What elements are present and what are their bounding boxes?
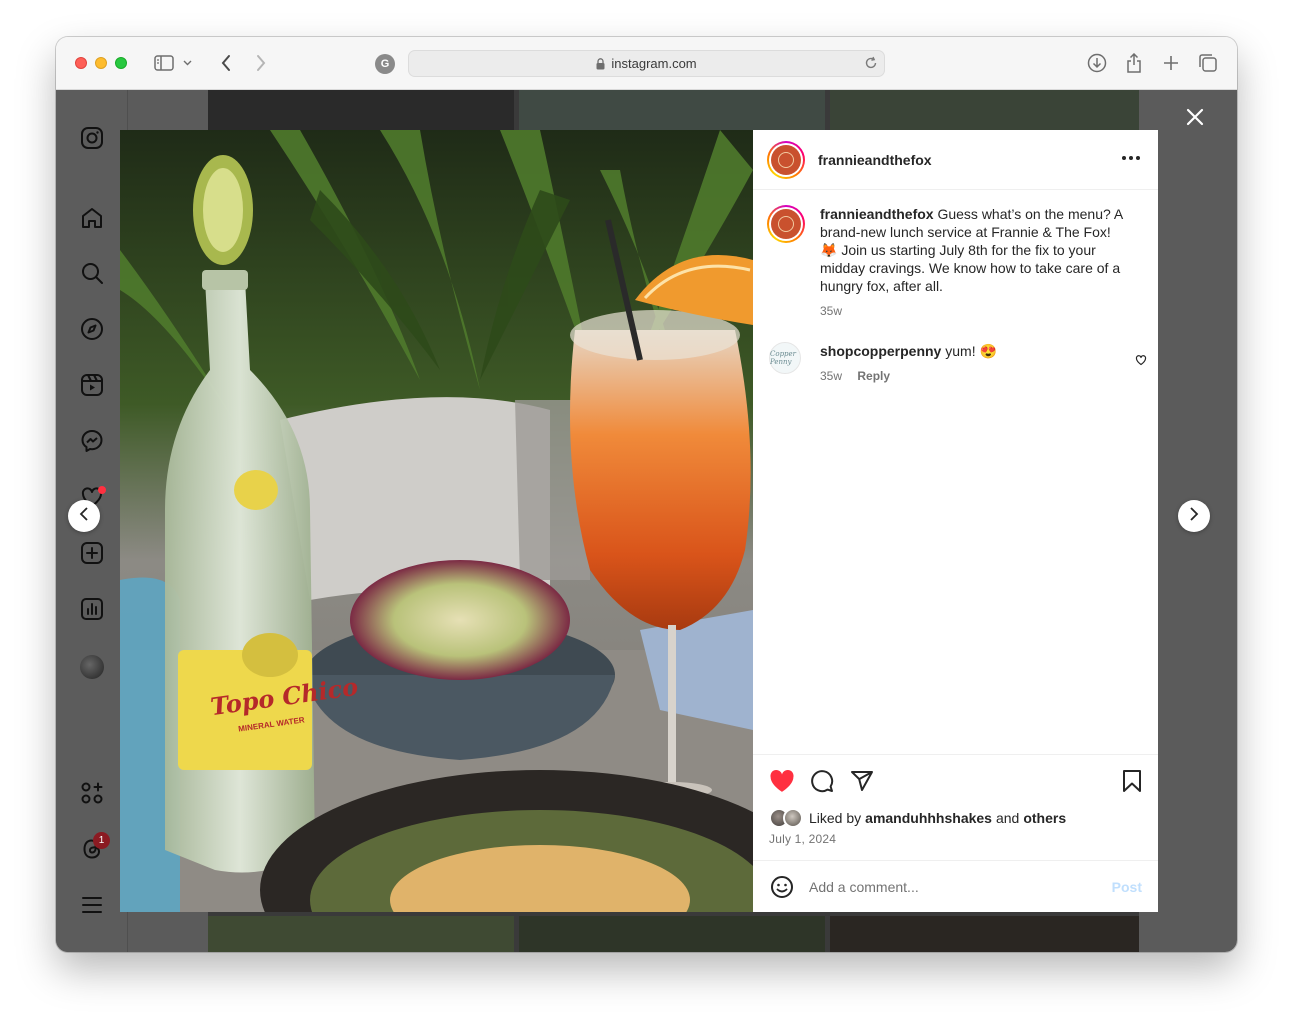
lock-icon: [596, 57, 605, 70]
comment-time[interactable]: 35w: [820, 369, 842, 383]
url-text: instagram.com: [611, 56, 697, 71]
browser-window: G instagram.com 1 Topo Chico MINERAL WAT…: [56, 37, 1237, 952]
browser-toolbar: G instagram.com: [56, 37, 1237, 90]
add-comment-input[interactable]: [809, 878, 1089, 895]
also-from-meta-icon[interactable]: [79, 780, 105, 806]
zoom-window-button[interactable]: [115, 57, 127, 69]
create-icon[interactable]: [79, 540, 105, 566]
address-bar[interactable]: instagram.com: [408, 50, 885, 77]
emoji-icon[interactable]: [769, 874, 795, 900]
add-comment-bar: Post: [753, 860, 1158, 912]
downloads-icon[interactable]: [1085, 51, 1109, 75]
save-bookmark-icon[interactable]: [1118, 767, 1146, 795]
post-photo: Topo Chico MINERAL WATER: [120, 130, 753, 912]
comment-body: yum! 😍: [945, 343, 997, 359]
site-favicon-icon: G: [375, 54, 395, 74]
liker-avatar: [783, 808, 803, 828]
more-options-icon[interactable]: [1122, 156, 1140, 160]
messenger-icon[interactable]: [79, 428, 105, 454]
post-header: frannieandthefox: [753, 130, 1158, 190]
instagram-page: 1 Topo Chico MINERAL WATER frannieandthe…: [56, 90, 1237, 952]
post-modal: Topo Chico MINERAL WATER frannieandthefo…: [120, 130, 1158, 912]
new-tab-icon[interactable]: [1159, 51, 1183, 75]
next-post-button[interactable]: [1178, 500, 1210, 532]
comment-like-heart-icon[interactable]: [1135, 353, 1147, 371]
close-window-button[interactable]: [75, 57, 87, 69]
explore-icon[interactable]: [79, 316, 105, 342]
reels-icon[interactable]: [79, 372, 105, 398]
dashboard-icon[interactable]: [79, 596, 105, 622]
previous-post-button[interactable]: [68, 500, 100, 532]
like-heart-icon[interactable]: [768, 767, 796, 795]
comment-username[interactable]: shopcopperpenny: [820, 343, 941, 359]
forward-icon[interactable]: [249, 51, 273, 75]
author-username[interactable]: frannieandthefox: [818, 152, 932, 168]
liked-by-and: and: [995, 810, 1020, 826]
chevron-right-icon: [1189, 506, 1199, 526]
threads-badge: 1: [93, 832, 110, 849]
author-avatar[interactable]: [767, 140, 805, 179]
liked-by-user[interactable]: amanduhhhshakes: [865, 810, 992, 826]
menu-icon[interactable]: [79, 892, 105, 918]
chevron-down-icon[interactable]: [180, 51, 194, 75]
comment-icon[interactable]: [808, 767, 836, 795]
caption-author-avatar[interactable]: [767, 205, 805, 243]
share-icon[interactable]: [1122, 51, 1146, 75]
profile-avatar[interactable]: [80, 655, 104, 679]
caption-time[interactable]: 35w: [820, 304, 842, 318]
minimize-window-button[interactable]: [95, 57, 107, 69]
liked-by: Liked by amanduhhhshakes and others: [769, 808, 1066, 828]
reload-icon[interactable]: [864, 56, 878, 73]
post-comment-button[interactable]: Post: [1112, 879, 1142, 895]
notification-dot: [98, 486, 106, 494]
instagram-logo-icon[interactable]: [79, 125, 105, 151]
comment-item: Copper Penny shopcopperpenny yum! 😍 35w …: [767, 342, 1147, 392]
liked-by-prefix: Liked by: [809, 810, 862, 826]
commenter-avatar[interactable]: Copper Penny: [769, 342, 801, 374]
sidebar-toggle-icon[interactable]: [152, 51, 176, 75]
caption: frannieandthefox Guess what’s on the men…: [767, 205, 1147, 325]
reply-button[interactable]: Reply: [857, 369, 890, 383]
close-icon[interactable]: [1183, 105, 1207, 129]
liked-by-others[interactable]: others: [1023, 810, 1066, 826]
share-send-icon[interactable]: [848, 767, 876, 795]
caption-username[interactable]: frannieandthefox: [820, 206, 934, 222]
comment-meta: 35w Reply: [820, 369, 890, 383]
caption-text: frannieandthefox Guess what’s on the men…: [820, 205, 1125, 295]
post-date[interactable]: July 1, 2024: [769, 832, 836, 846]
post-details-panel: frannieandthefox frannieandthefox Guess …: [753, 130, 1158, 912]
search-icon[interactable]: [79, 260, 105, 286]
chevron-left-icon: [79, 506, 89, 526]
post-actions: [753, 754, 1158, 804]
back-icon[interactable]: [214, 51, 238, 75]
home-icon[interactable]: [79, 205, 105, 231]
tab-overview-icon[interactable]: [1196, 51, 1220, 75]
comment-text: shopcopperpenny yum! 😍: [820, 342, 1125, 360]
